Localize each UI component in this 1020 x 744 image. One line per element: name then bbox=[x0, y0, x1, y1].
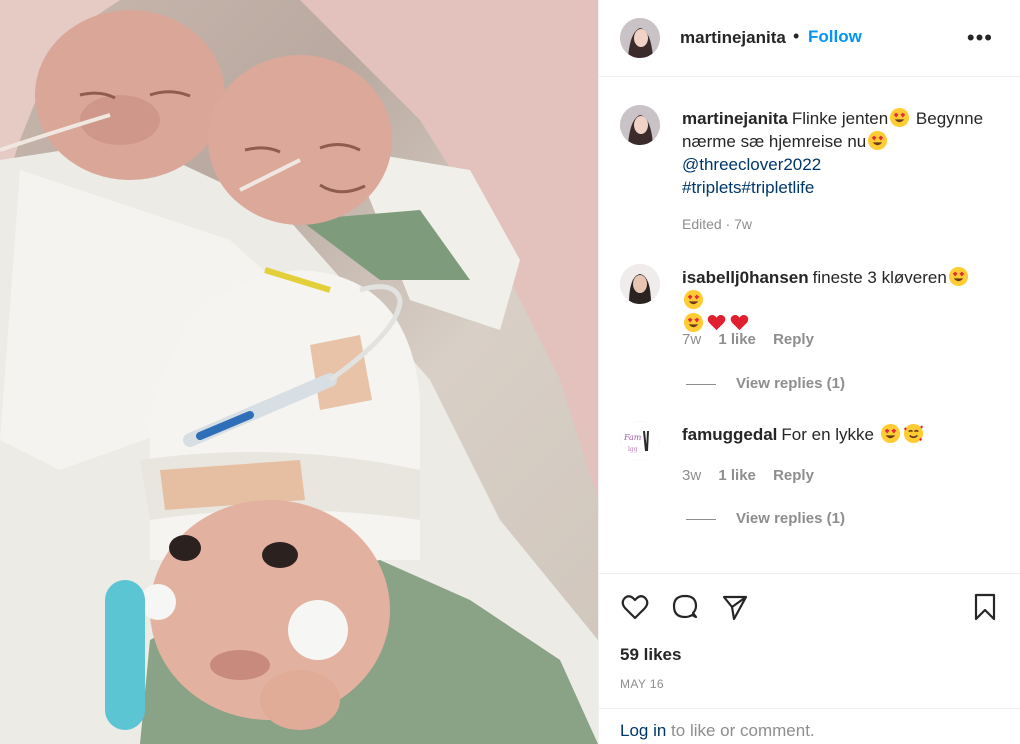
comment-text: fineste 3 kløveren bbox=[812, 268, 947, 287]
login-link[interactable]: Log in bbox=[620, 721, 666, 740]
view-replies-label: View replies (1) bbox=[736, 375, 845, 392]
svg-text:Fam: Fam bbox=[623, 433, 642, 442]
author-username[interactable]: martinejanita bbox=[680, 28, 786, 48]
comment-likes[interactable]: 1 like bbox=[718, 331, 756, 348]
caption-mention-link[interactable]: @threeclover2022 bbox=[682, 153, 992, 176]
smiling-hearts-emoji-icon bbox=[903, 423, 923, 444]
comment-meta: 3w 1 like Reply bbox=[682, 467, 827, 484]
view-replies-line bbox=[686, 383, 716, 385]
follow-button[interactable]: Follow bbox=[808, 27, 862, 47]
view-replies-button[interactable]: View replies (1) bbox=[686, 375, 845, 392]
heart-eyes-emoji-icon bbox=[890, 107, 910, 128]
comment-meta: 7w 1 like Reply bbox=[682, 331, 827, 348]
comment-icon[interactable] bbox=[670, 592, 700, 622]
commenter-username[interactable]: famuggedal bbox=[682, 425, 777, 444]
reply-button[interactable]: Reply bbox=[773, 467, 814, 484]
heart-icon[interactable] bbox=[620, 592, 650, 622]
view-replies-button[interactable]: View replies (1) bbox=[686, 510, 845, 527]
heart-eyes-emoji-icon bbox=[683, 312, 704, 333]
red-heart-emoji-icon bbox=[707, 314, 726, 331]
heart-eyes-emoji-icon bbox=[683, 289, 704, 310]
view-replies-label: View replies (1) bbox=[736, 510, 845, 527]
comments-section[interactable]: martinejanita Flinke jenten Begynne nærme… bbox=[599, 78, 1020, 572]
caption-avatar[interactable] bbox=[620, 105, 660, 145]
heart-eyes-emoji-icon bbox=[880, 423, 900, 444]
separator-dot: • bbox=[793, 26, 800, 46]
author-avatar[interactable] bbox=[620, 18, 660, 58]
comment-body: famuggedal For en lykke bbox=[682, 423, 992, 446]
share-icon[interactable] bbox=[720, 592, 750, 622]
svg-text:lgg: lgg bbox=[628, 446, 638, 453]
comment-time: 3w bbox=[682, 467, 702, 484]
likes-count[interactable]: 59 likes bbox=[620, 645, 681, 665]
red-heart-emoji-icon bbox=[730, 314, 749, 331]
post-date: MAY 16 bbox=[620, 677, 664, 691]
post-header: martinejanita • Follow ••• bbox=[599, 0, 1020, 77]
login-text: to like or comment. bbox=[666, 721, 815, 740]
comment-text: For en lykke bbox=[781, 425, 874, 444]
caption-hashtags-link[interactable]: #triplets#tripletlife bbox=[682, 176, 992, 199]
commenter-username[interactable]: isabellj0hansen bbox=[682, 268, 809, 287]
view-replies-line bbox=[686, 518, 716, 520]
comment-time: 7w bbox=[682, 331, 702, 348]
caption-username[interactable]: martinejanita bbox=[682, 109, 788, 128]
commenter-avatar[interactable] bbox=[620, 264, 660, 304]
photo-illustration bbox=[0, 0, 598, 744]
post-photo[interactable] bbox=[0, 0, 598, 744]
reply-button[interactable]: Reply bbox=[773, 331, 814, 348]
caption-text-1: Flinke jenten bbox=[791, 109, 889, 128]
bookmark-icon[interactable] bbox=[970, 592, 1000, 622]
comment-body: isabellj0hansen fineste 3 kløveren bbox=[682, 266, 992, 335]
caption-meta: Edited · 7w bbox=[682, 216, 753, 232]
post-actions: 59 likes MAY 16 Log in to like or commen… bbox=[599, 573, 1020, 744]
caption-body: martinejanita Flinke jenten Begynne nærme… bbox=[682, 107, 992, 199]
login-prompt: Log in to like or comment. bbox=[599, 708, 1020, 744]
commenter-avatar[interactable]: Fam lgg bbox=[620, 421, 660, 461]
heart-eyes-emoji-icon bbox=[948, 266, 968, 287]
post-side-panel: martinejanita • Follow ••• martinejanita… bbox=[598, 0, 1020, 744]
more-options-icon[interactable]: ••• bbox=[967, 27, 993, 49]
heart-eyes-emoji-icon bbox=[868, 130, 888, 151]
comment-likes[interactable]: 1 like bbox=[718, 467, 756, 484]
